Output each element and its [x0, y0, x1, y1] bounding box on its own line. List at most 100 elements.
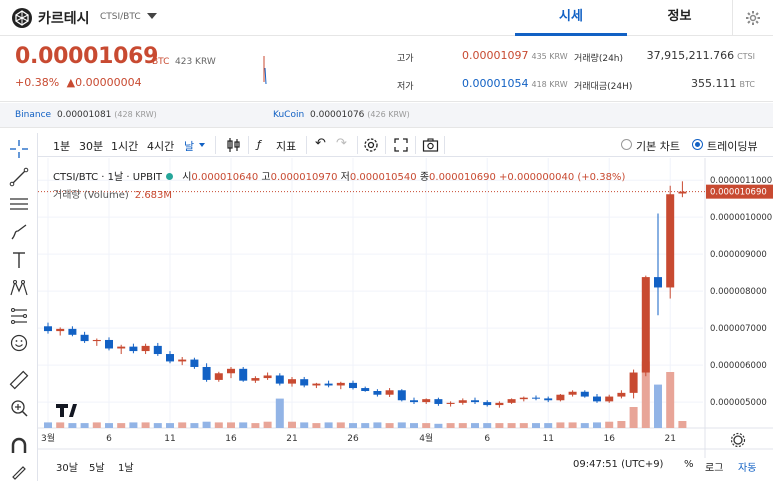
- interval-4h[interactable]: 4시간: [147, 138, 174, 154]
- brush-icon[interactable]: [8, 221, 30, 243]
- fullscreen-icon[interactable]: [393, 137, 409, 153]
- price-summary: 0.00001069 BTC 423 KRW +0.38% ▲0.0000000…: [0, 36, 773, 102]
- candle-body: [605, 396, 614, 402]
- candle-body: [56, 328, 65, 332]
- horizontal-lines-icon[interactable]: [8, 193, 30, 215]
- high-value: 0.00001097 435 KRW: [462, 49, 568, 62]
- volume-bar: [666, 372, 675, 428]
- volume-bar: [495, 423, 504, 428]
- interval-30m[interactable]: 30분: [79, 138, 103, 154]
- candle-body: [105, 339, 113, 349]
- candle-body: [519, 397, 528, 400]
- time-axis-tick-label: 21: [286, 434, 297, 444]
- candle-body: [312, 383, 321, 386]
- ruler-icon[interactable]: [8, 369, 30, 391]
- prediction-icon[interactable]: [8, 305, 30, 327]
- candle-body: [68, 328, 77, 335]
- exchange-name[interactable]: KuCoin: [273, 110, 304, 120]
- indicators-button[interactable]: 지표: [276, 138, 296, 154]
- volume-bar: [80, 423, 89, 428]
- candle-body: [422, 399, 431, 403]
- exchange-name[interactable]: Binance: [15, 110, 51, 120]
- candle-body: [324, 383, 333, 386]
- toolbar-divider: [248, 136, 249, 154]
- chart-settings-gear-icon[interactable]: [363, 137, 379, 153]
- undo-icon[interactable]: ↶: [315, 136, 326, 151]
- candle-body: [446, 402, 455, 404]
- candle-body: [495, 402, 504, 406]
- volume-bar: [532, 423, 540, 428]
- basic-chart-label[interactable]: 기본 차트: [636, 138, 680, 154]
- volume-bar: [129, 422, 138, 428]
- price-axis-tick-label: 0.000008000: [710, 287, 767, 297]
- exchange-price: 0.00001076 (426 KRW): [310, 110, 410, 120]
- trend-line-icon[interactable]: [8, 166, 30, 188]
- candle-body: [507, 399, 516, 403]
- time-axis-tick-label: 11: [164, 434, 175, 444]
- fx-icon[interactable]: ƒ: [257, 138, 261, 151]
- zoom-in-icon[interactable]: [8, 397, 30, 419]
- tradingview-radio[interactable]: [692, 139, 703, 150]
- crosshair-icon[interactable]: [8, 138, 30, 160]
- redo-icon[interactable]: ↷: [336, 136, 347, 151]
- change-percent: +0.38%: [15, 76, 60, 89]
- volume-bar: [422, 423, 431, 428]
- range-1d[interactable]: 1날: [118, 459, 134, 474]
- basic-chart-radio[interactable]: [621, 139, 632, 150]
- volume-bar: [68, 423, 77, 428]
- volume-bar: [251, 423, 260, 428]
- price-axis-tick-label: 0.000009000: [710, 250, 767, 260]
- range-5d[interactable]: 5날: [89, 459, 105, 474]
- magnet-icon[interactable]: [8, 435, 30, 457]
- camera-icon[interactable]: [422, 137, 439, 153]
- volume-legend-value: 2.683M: [134, 190, 173, 201]
- time-axis-tick-label: 4월: [419, 432, 433, 444]
- coin-select-chevron-down-icon[interactable]: [147, 13, 157, 19]
- volume-bar: [410, 423, 418, 428]
- volume-bar: [373, 422, 382, 428]
- axis-settings-gear-icon[interactable]: [733, 435, 743, 445]
- low-value: 0.00001054 418 KRW: [462, 77, 568, 90]
- auto-scale-button[interactable]: 자동: [738, 459, 756, 474]
- volume-bar: [324, 422, 333, 428]
- volume-bar: [178, 422, 187, 428]
- smiley-icon[interactable]: [8, 332, 30, 354]
- interval-day[interactable]: 날: [184, 138, 194, 154]
- settings-button[interactable]: [732, 0, 773, 36]
- volume-bar: [190, 423, 199, 428]
- interval-1m[interactable]: 1분: [53, 138, 70, 154]
- volume-bar: [593, 422, 601, 428]
- time-axis-tick-label: 21: [664, 434, 675, 444]
- pattern-icon[interactable]: [8, 277, 30, 299]
- volume-bar: [568, 422, 577, 428]
- candle-body: [641, 277, 650, 373]
- candle-body: [239, 368, 248, 381]
- interval-1h[interactable]: 1시간: [111, 138, 138, 154]
- interval-chevron-down-icon[interactable]: [199, 143, 205, 147]
- tradingview-label[interactable]: 트레이딩뷰: [707, 138, 758, 154]
- volume-bar: [678, 421, 687, 428]
- percent-scale-button[interactable]: %: [684, 459, 694, 470]
- volume-bar: [202, 421, 211, 428]
- candle-body: [251, 378, 260, 381]
- price-axis-tick-label: 0.0000010000: [710, 213, 772, 223]
- candle-body: [80, 334, 89, 342]
- tab-market[interactable]: 시세: [515, 0, 627, 36]
- text-icon[interactable]: [8, 249, 30, 271]
- candle-body: [458, 400, 467, 403]
- range-30d[interactable]: 30날: [56, 459, 78, 474]
- log-scale-button[interactable]: 로그: [705, 459, 723, 474]
- volume-bar: [519, 423, 528, 428]
- candle-body: [227, 368, 235, 374]
- price-chart[interactable]: 0.00000110000.00000100000.0000090000.000…: [38, 158, 773, 481]
- mini-price-chart: [263, 56, 267, 85]
- toolbar-divider: [357, 136, 358, 154]
- volume-bar: [56, 422, 65, 428]
- candlestick-type-icon[interactable]: [226, 137, 242, 153]
- volume-bar: [239, 422, 248, 428]
- coin-header: 카르테시 CTSI/BTC 시세 정보: [0, 0, 773, 36]
- pencil-lock-icon[interactable]: [8, 460, 30, 481]
- tab-info[interactable]: 정보: [627, 0, 732, 36]
- low-label: 저가: [397, 82, 414, 92]
- current-price: 0.00001069: [15, 44, 159, 69]
